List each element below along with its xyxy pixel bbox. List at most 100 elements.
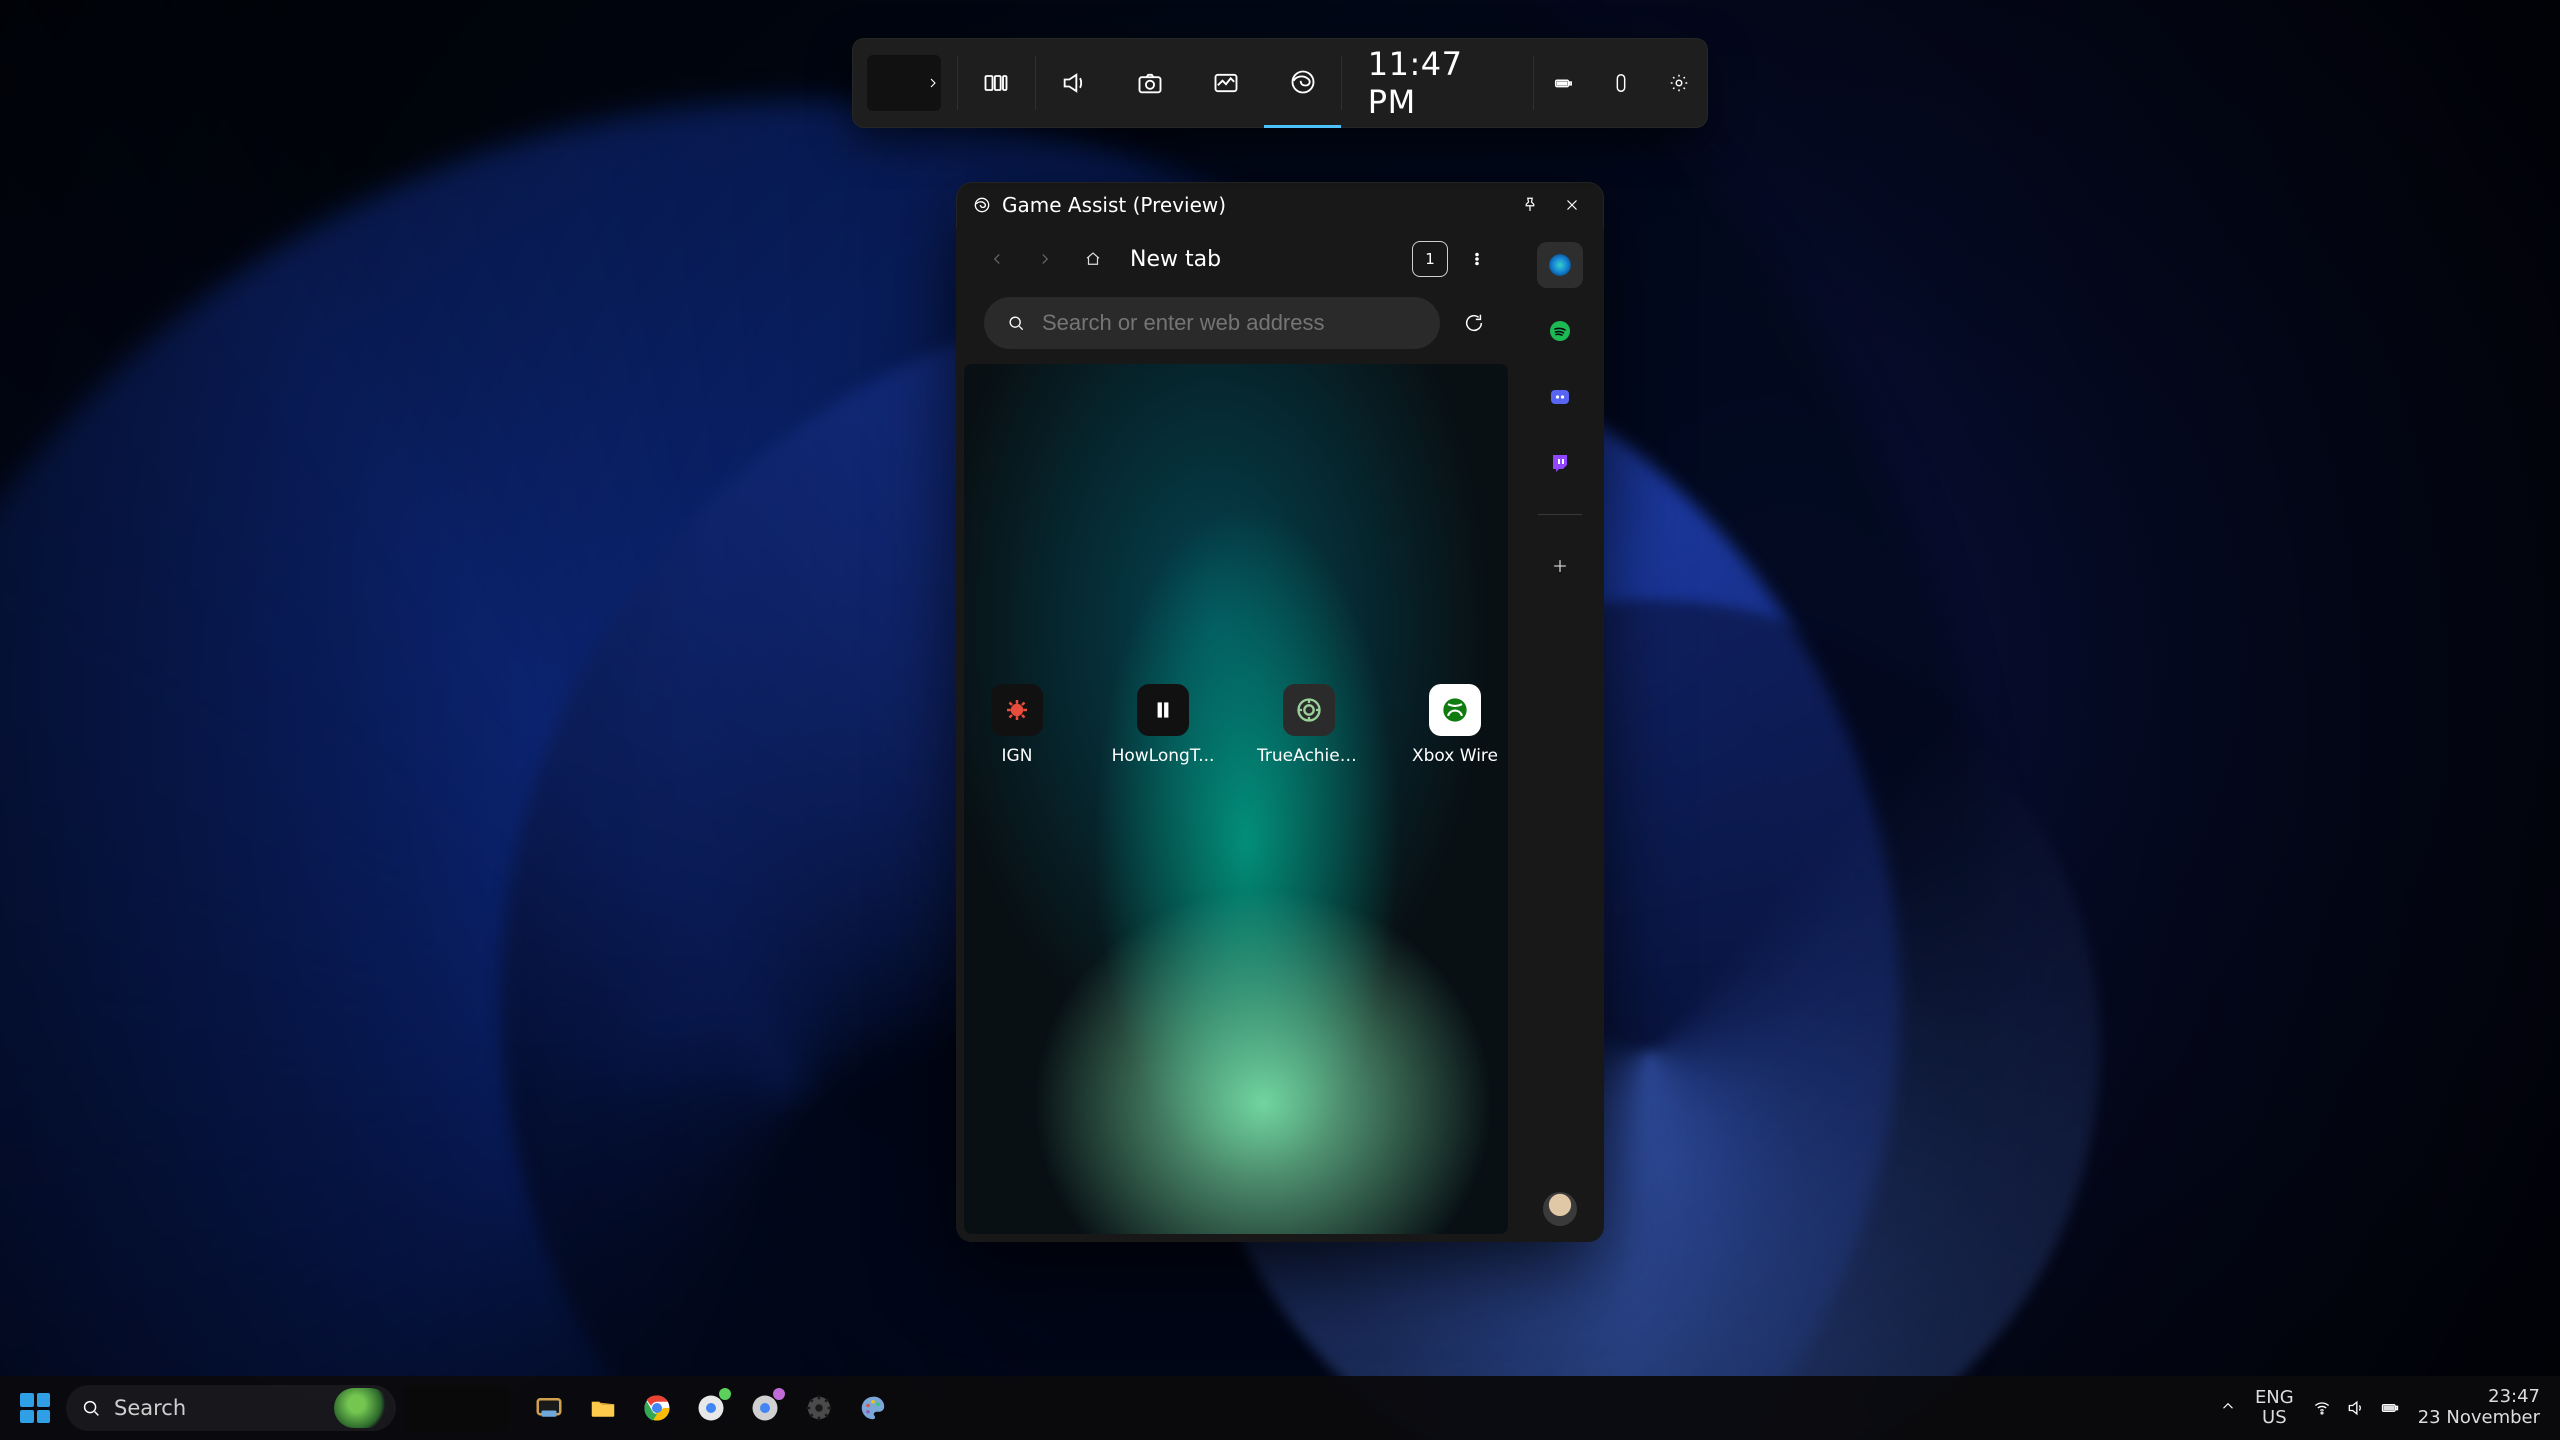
- taskbar-file-explorer[interactable]: [579, 1384, 627, 1432]
- chevron-right-icon: [1036, 250, 1054, 268]
- chevron-right-icon: [925, 75, 941, 91]
- quick-link-xboxwire[interactable]: Xbox Wire: [1402, 684, 1508, 766]
- notification-dot: [719, 1388, 731, 1400]
- close-icon: [1563, 196, 1581, 214]
- search-icon: [1006, 313, 1026, 333]
- palette-icon: [858, 1393, 888, 1423]
- start-button[interactable]: [12, 1385, 58, 1431]
- taskbar-language[interactable]: ENG US: [2255, 1388, 2294, 1428]
- folder-icon: [588, 1393, 618, 1423]
- performance-icon: [1212, 69, 1240, 97]
- chevron-left-icon: [988, 250, 1006, 268]
- browser-menu-button[interactable]: [1462, 242, 1492, 276]
- taskbar-chrome-dev[interactable]: [741, 1384, 789, 1432]
- controller-icon: [1610, 72, 1632, 94]
- taskbar-chrome[interactable]: [633, 1384, 681, 1432]
- battery-icon: [2380, 1398, 2400, 1418]
- browser-tab-title: New tab: [1130, 247, 1221, 272]
- pin-icon: [1521, 196, 1539, 214]
- plus-icon: [1550, 556, 1570, 576]
- battery-icon: [1552, 72, 1574, 94]
- taskbar-settings-app[interactable]: [795, 1384, 843, 1432]
- edge-icon: [1289, 68, 1317, 96]
- refresh-icon: [1463, 312, 1485, 334]
- quick-link-trueachievements[interactable]: TrueAchiev...: [1256, 684, 1362, 766]
- quick-link-label: TrueAchiev...: [1257, 746, 1361, 766]
- gear-icon: [1668, 72, 1690, 94]
- game-assist-sidebar: [1516, 228, 1604, 1242]
- close-button[interactable]: [1556, 189, 1588, 221]
- game-bar: 11:47 PM: [852, 38, 1708, 128]
- audio-icon: [1060, 69, 1088, 97]
- game-bar-active-app[interactable]: [852, 32, 957, 134]
- sidebar-discord[interactable]: [1537, 374, 1583, 420]
- taskbar-paint[interactable]: [849, 1384, 897, 1432]
- game-bar-game-assist-button[interactable]: [1264, 38, 1340, 128]
- twitch-icon: [1548, 451, 1572, 475]
- game-bar-audio-button[interactable]: [1036, 38, 1112, 128]
- game-assist-browser: New tab 1: [956, 228, 1516, 1242]
- quick-link-label: HowLongT...: [1112, 746, 1215, 766]
- home-icon: [1084, 250, 1102, 268]
- taskbar-search-placeholder: Search: [114, 1396, 186, 1420]
- game-bar-performance-button[interactable]: [1188, 38, 1264, 128]
- search-input-container[interactable]: [984, 297, 1440, 349]
- browser-nav: New tab 1: [956, 228, 1516, 290]
- search-icon: [80, 1397, 102, 1419]
- kebab-icon: [1468, 250, 1486, 268]
- wifi-icon: [2312, 1398, 2332, 1418]
- hltb-icon: [1150, 697, 1176, 723]
- quick-link-ign[interactable]: IGN: [964, 684, 1070, 766]
- game-assist-panel: Game Assist (Preview) New tab: [956, 182, 1604, 1242]
- search-highlight-icon: [334, 1388, 390, 1428]
- game-bar-battery-button[interactable]: [1534, 38, 1592, 128]
- ign-icon: [1002, 695, 1032, 725]
- sidebar-add[interactable]: [1537, 543, 1583, 589]
- spotify-icon: [1548, 319, 1572, 343]
- nav-back-button[interactable]: [980, 242, 1014, 276]
- pin-button[interactable]: [1514, 189, 1546, 221]
- volume-icon: [2346, 1398, 2366, 1418]
- edge-icon: [972, 195, 992, 215]
- avatar-icon: [1543, 1192, 1577, 1226]
- quick-links: IGN HowLongT... TrueAchiev...: [964, 684, 1508, 766]
- sidebar-twitch[interactable]: [1537, 440, 1583, 486]
- edge-icon: [1547, 252, 1573, 278]
- chrome-icon: [642, 1393, 672, 1423]
- capture-icon: [1136, 69, 1164, 97]
- game-bar-capture-button[interactable]: [1112, 38, 1188, 128]
- nav-forward-button[interactable]: [1028, 242, 1062, 276]
- chevron-up-icon: [2219, 1397, 2237, 1415]
- taskbar-search[interactable]: Search: [66, 1385, 396, 1431]
- ta-icon: [1295, 696, 1323, 724]
- browser-newtab-content: IGN HowLongT... TrueAchiev...: [964, 364, 1508, 1234]
- game-bar-widgets-button[interactable]: [958, 38, 1034, 128]
- xbox-icon: [1441, 696, 1469, 724]
- taskbar-chrome-beta[interactable]: [687, 1384, 735, 1432]
- tab-count-button[interactable]: 1: [1412, 241, 1448, 277]
- game-bar-xbox-button[interactable]: [1592, 38, 1650, 128]
- sidebar-spotify[interactable]: [1537, 308, 1583, 354]
- game-bar-settings-button[interactable]: [1650, 38, 1708, 128]
- refresh-button[interactable]: [1456, 305, 1492, 341]
- notification-dot: [773, 1388, 785, 1400]
- browser-search-row: [956, 290, 1516, 356]
- sidebar-edge[interactable]: [1537, 242, 1583, 288]
- sidebar-profile[interactable]: [1543, 1192, 1577, 1226]
- windows-logo-icon: [20, 1393, 50, 1423]
- game-assist-titlebar: Game Assist (Preview): [956, 182, 1604, 228]
- taskbar-obscured-item[interactable]: [404, 1385, 509, 1431]
- widgets-icon: [982, 69, 1010, 97]
- discord-icon: [1548, 385, 1572, 409]
- quick-link-label: Xbox Wire: [1412, 746, 1498, 766]
- search-input[interactable]: [1040, 309, 1418, 337]
- quick-link-hltb[interactable]: HowLongT...: [1110, 684, 1216, 766]
- gear-app-icon: [804, 1393, 834, 1423]
- game-bar-clock: 11:47 PM: [1342, 45, 1533, 121]
- taskbar-clock[interactable]: 23:47 23 November: [2418, 1387, 2540, 1428]
- taskbar-task-view[interactable]: [525, 1384, 573, 1432]
- tray-expand-button[interactable]: [2219, 1397, 2237, 1420]
- quick-link-label: IGN: [1002, 746, 1033, 766]
- nav-home-button[interactable]: [1076, 242, 1110, 276]
- taskbar-system-tray[interactable]: [2312, 1398, 2400, 1418]
